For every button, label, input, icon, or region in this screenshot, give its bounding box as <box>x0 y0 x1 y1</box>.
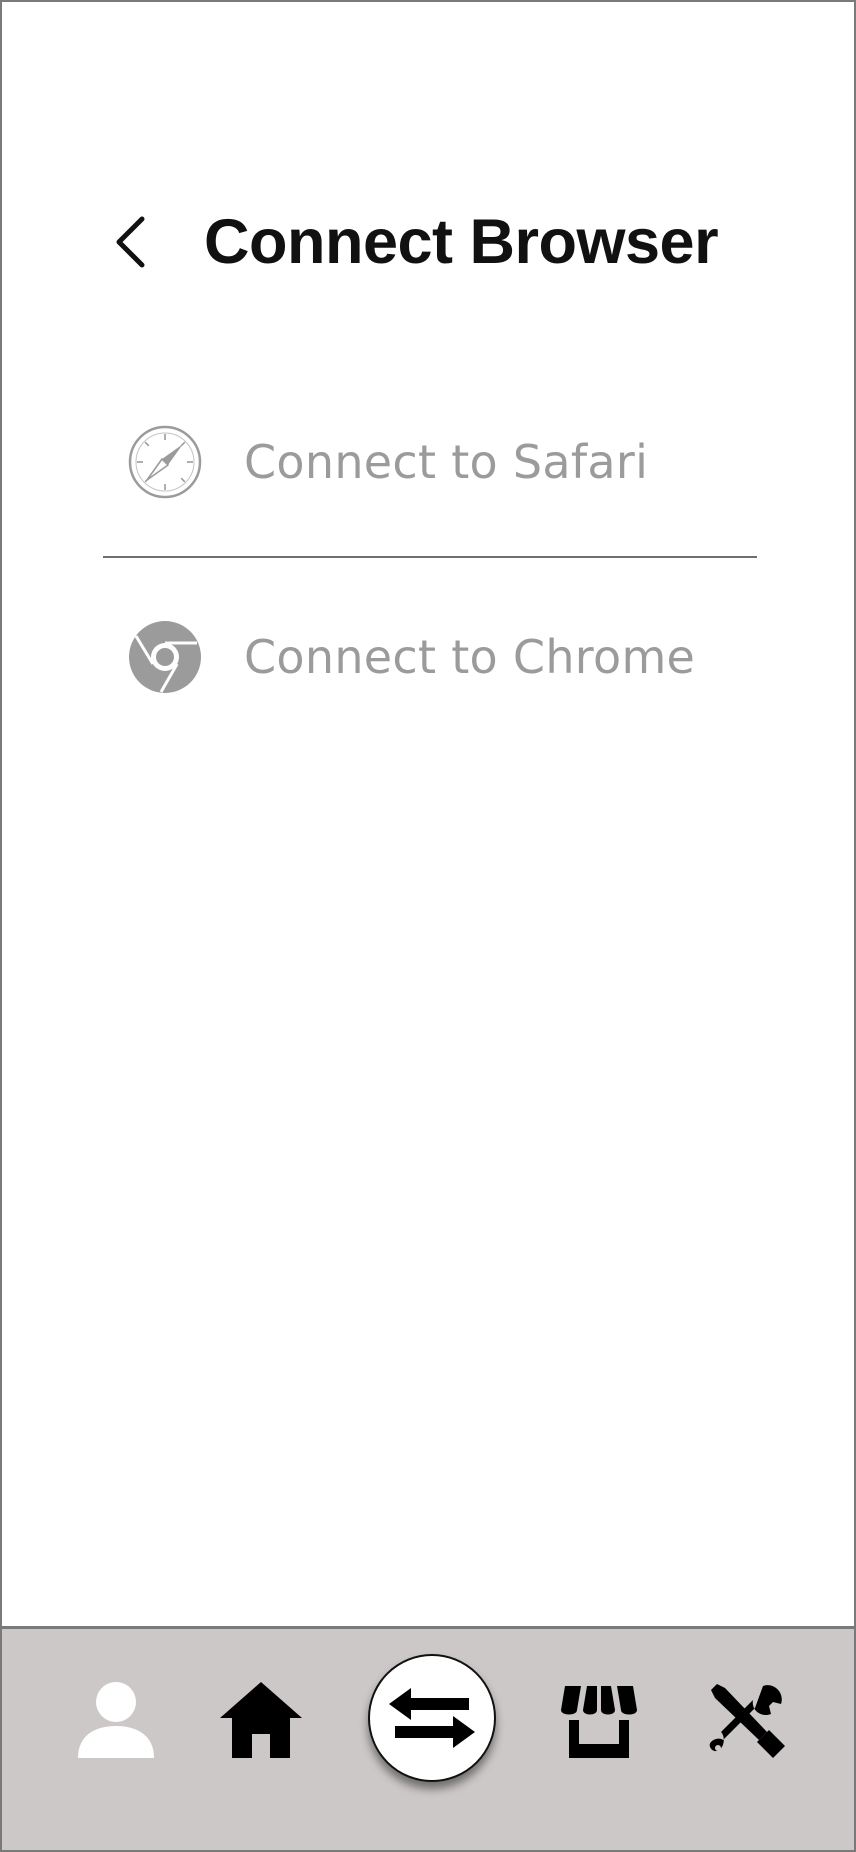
connect-chrome-label: Connect to Chrome <box>244 630 696 684</box>
nav-profile-tab[interactable] <box>76 1680 156 1760</box>
connect-safari-row[interactable]: Connect to Safari <box>102 407 762 517</box>
chrome-icon <box>128 620 202 694</box>
safari-compass-icon <box>128 425 202 499</box>
store-icon <box>561 1686 637 1758</box>
bottom-nav <box>2 1626 854 1850</box>
nav-home-tab[interactable] <box>220 1680 302 1760</box>
chevron-left-icon <box>116 216 145 268</box>
connect-chrome-row[interactable]: Connect to Chrome <box>102 602 762 712</box>
nav-transfer-tab[interactable] <box>368 1654 496 1782</box>
nav-tools-tab[interactable] <box>707 1680 787 1760</box>
divider <box>103 556 757 558</box>
page-title: Connect Browser <box>204 207 719 277</box>
connect-safari-label: Connect to Safari <box>244 435 649 489</box>
user-icon <box>78 1682 154 1758</box>
tools-icon <box>709 1684 785 1758</box>
transfer-arrows-icon <box>389 1688 475 1748</box>
back-button[interactable] <box>102 205 162 277</box>
nav-store-tab[interactable] <box>559 1680 639 1760</box>
home-icon <box>220 1682 302 1758</box>
app-screen: Connect Browser Connect to Safari Connec… <box>0 0 856 1852</box>
